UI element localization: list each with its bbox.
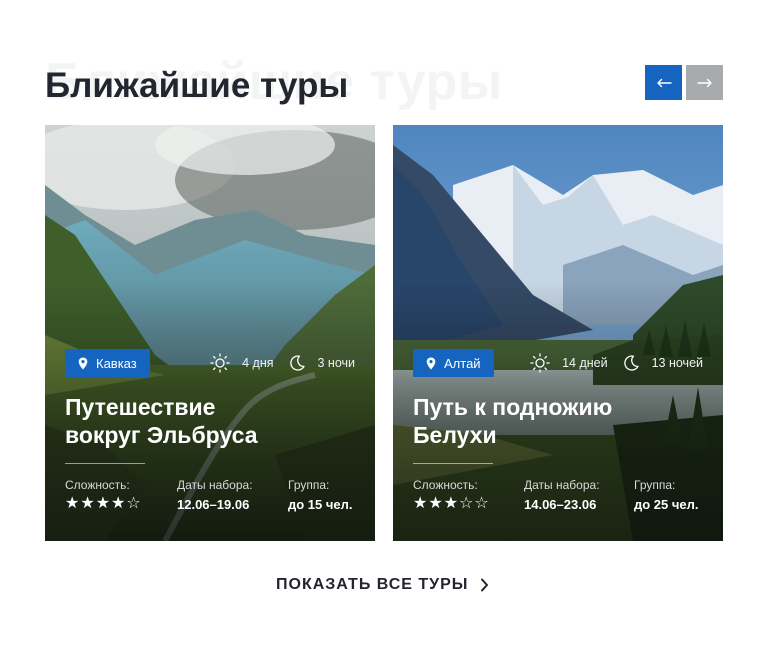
- arrow-left-icon: [656, 78, 672, 88]
- card-meta: Алтай 14 дней: [413, 349, 703, 377]
- difficulty-label: Сложность:: [413, 478, 490, 492]
- place-badge[interactable]: Кавказ: [65, 349, 150, 377]
- place-name: Алтай: [444, 356, 481, 371]
- tour-title-line-1: Путь к подножию: [413, 394, 612, 420]
- place-name: Кавказ: [96, 356, 137, 371]
- divider: [65, 463, 145, 464]
- section-title: Ближайшие туры: [45, 64, 348, 108]
- moon-icon: [622, 354, 640, 372]
- tour-title[interactable]: Путешествие вокруг Эльбруса: [65, 393, 355, 449]
- group-value: до 25 чел.: [634, 497, 699, 513]
- dates-label: Даты набора:: [177, 478, 253, 492]
- dates-info: Даты набора: 14.06–23.06: [524, 478, 600, 513]
- difficulty-label: Сложность:: [65, 478, 142, 492]
- days-count: 4 дня: [242, 356, 273, 370]
- star-filled-icon: ★: [413, 495, 427, 513]
- star-empty-icon: ☆: [126, 495, 140, 513]
- tour-duration: 4 дня 3 ночи: [210, 349, 355, 377]
- card-meta: Кавказ 4 дня: [65, 349, 355, 377]
- days-info: 14 дней: [530, 353, 608, 373]
- section-header: Ближайшие туры Ближайшие туры: [45, 52, 625, 112]
- group-value: до 15 чел.: [288, 497, 353, 513]
- tour-title-line-2: вокруг Эльбруса: [65, 422, 257, 448]
- star-filled-icon: ★: [96, 495, 110, 513]
- tour-card[interactable]: Кавказ 4 дня: [45, 125, 375, 541]
- place-badge[interactable]: Алтай: [413, 349, 494, 377]
- card-content: Кавказ 4 дня: [65, 349, 355, 518]
- nights-info: 13 ночей: [622, 354, 703, 372]
- difficulty-stars: ★★★★☆: [65, 495, 142, 513]
- tours-section: Ближайшие туры Ближайшие туры: [0, 0, 768, 647]
- star-filled-icon: ★: [111, 495, 125, 513]
- star-filled-icon: ★: [444, 495, 458, 513]
- next-slide-button[interactable]: [686, 65, 723, 100]
- nights-count: 3 ночи: [318, 356, 356, 370]
- star-filled-icon: ★: [65, 495, 79, 513]
- prev-slide-button[interactable]: [645, 65, 682, 100]
- days-info: 4 дня: [210, 353, 273, 373]
- nights-count: 13 ночей: [652, 356, 703, 370]
- group-info: Группа: до 25 чел.: [634, 478, 699, 513]
- nights-info: 3 ночи: [288, 354, 356, 372]
- tour-card[interactable]: Алтай 14 дней: [393, 125, 723, 541]
- map-pin-icon: [78, 357, 88, 370]
- dates-value: 14.06–23.06: [524, 497, 600, 513]
- star-filled-icon: ★: [80, 495, 94, 513]
- show-all-tours-link[interactable]: ПОКАЗАТЬ ВСЕ ТУРЫ: [276, 574, 489, 596]
- dates-label: Даты набора:: [524, 478, 600, 492]
- arrow-right-icon: [697, 78, 713, 88]
- sun-icon: [530, 353, 550, 373]
- group-info: Группа: до 15 чел.: [288, 478, 353, 513]
- map-pin-icon: [426, 357, 436, 370]
- star-empty-icon: ☆: [474, 495, 488, 513]
- sun-icon: [210, 353, 230, 373]
- difficulty-info: Сложность: ★★★★☆: [65, 478, 142, 513]
- moon-icon: [288, 354, 306, 372]
- show-all-label: ПОКАЗАТЬ ВСЕ ТУРЫ: [276, 576, 468, 594]
- dates-value: 12.06–19.06: [177, 497, 253, 513]
- star-empty-icon: ☆: [459, 495, 473, 513]
- card-content: Алтай 14 дней: [413, 349, 703, 518]
- divider: [413, 463, 493, 464]
- tour-info: Сложность: ★★★★☆ Даты набора: 12.06–19.0…: [65, 478, 355, 518]
- tour-duration: 14 дней 13 ночей: [530, 349, 703, 377]
- tour-info: Сложность: ★★★☆☆ Даты набора: 14.06–23.0…: [413, 478, 703, 518]
- days-count: 14 дней: [562, 356, 608, 370]
- difficulty-stars: ★★★☆☆: [413, 495, 490, 513]
- dates-info: Даты набора: 12.06–19.06: [177, 478, 253, 513]
- tour-title[interactable]: Путь к подножию Белухи: [413, 393, 703, 449]
- group-label: Группа:: [288, 478, 353, 492]
- tour-title-line-1: Путешествие: [65, 394, 215, 420]
- difficulty-info: Сложность: ★★★☆☆: [413, 478, 490, 513]
- star-filled-icon: ★: [428, 495, 442, 513]
- tour-title-line-2: Белухи: [413, 422, 497, 448]
- chevron-right-icon: [480, 578, 489, 592]
- group-label: Группа:: [634, 478, 699, 492]
